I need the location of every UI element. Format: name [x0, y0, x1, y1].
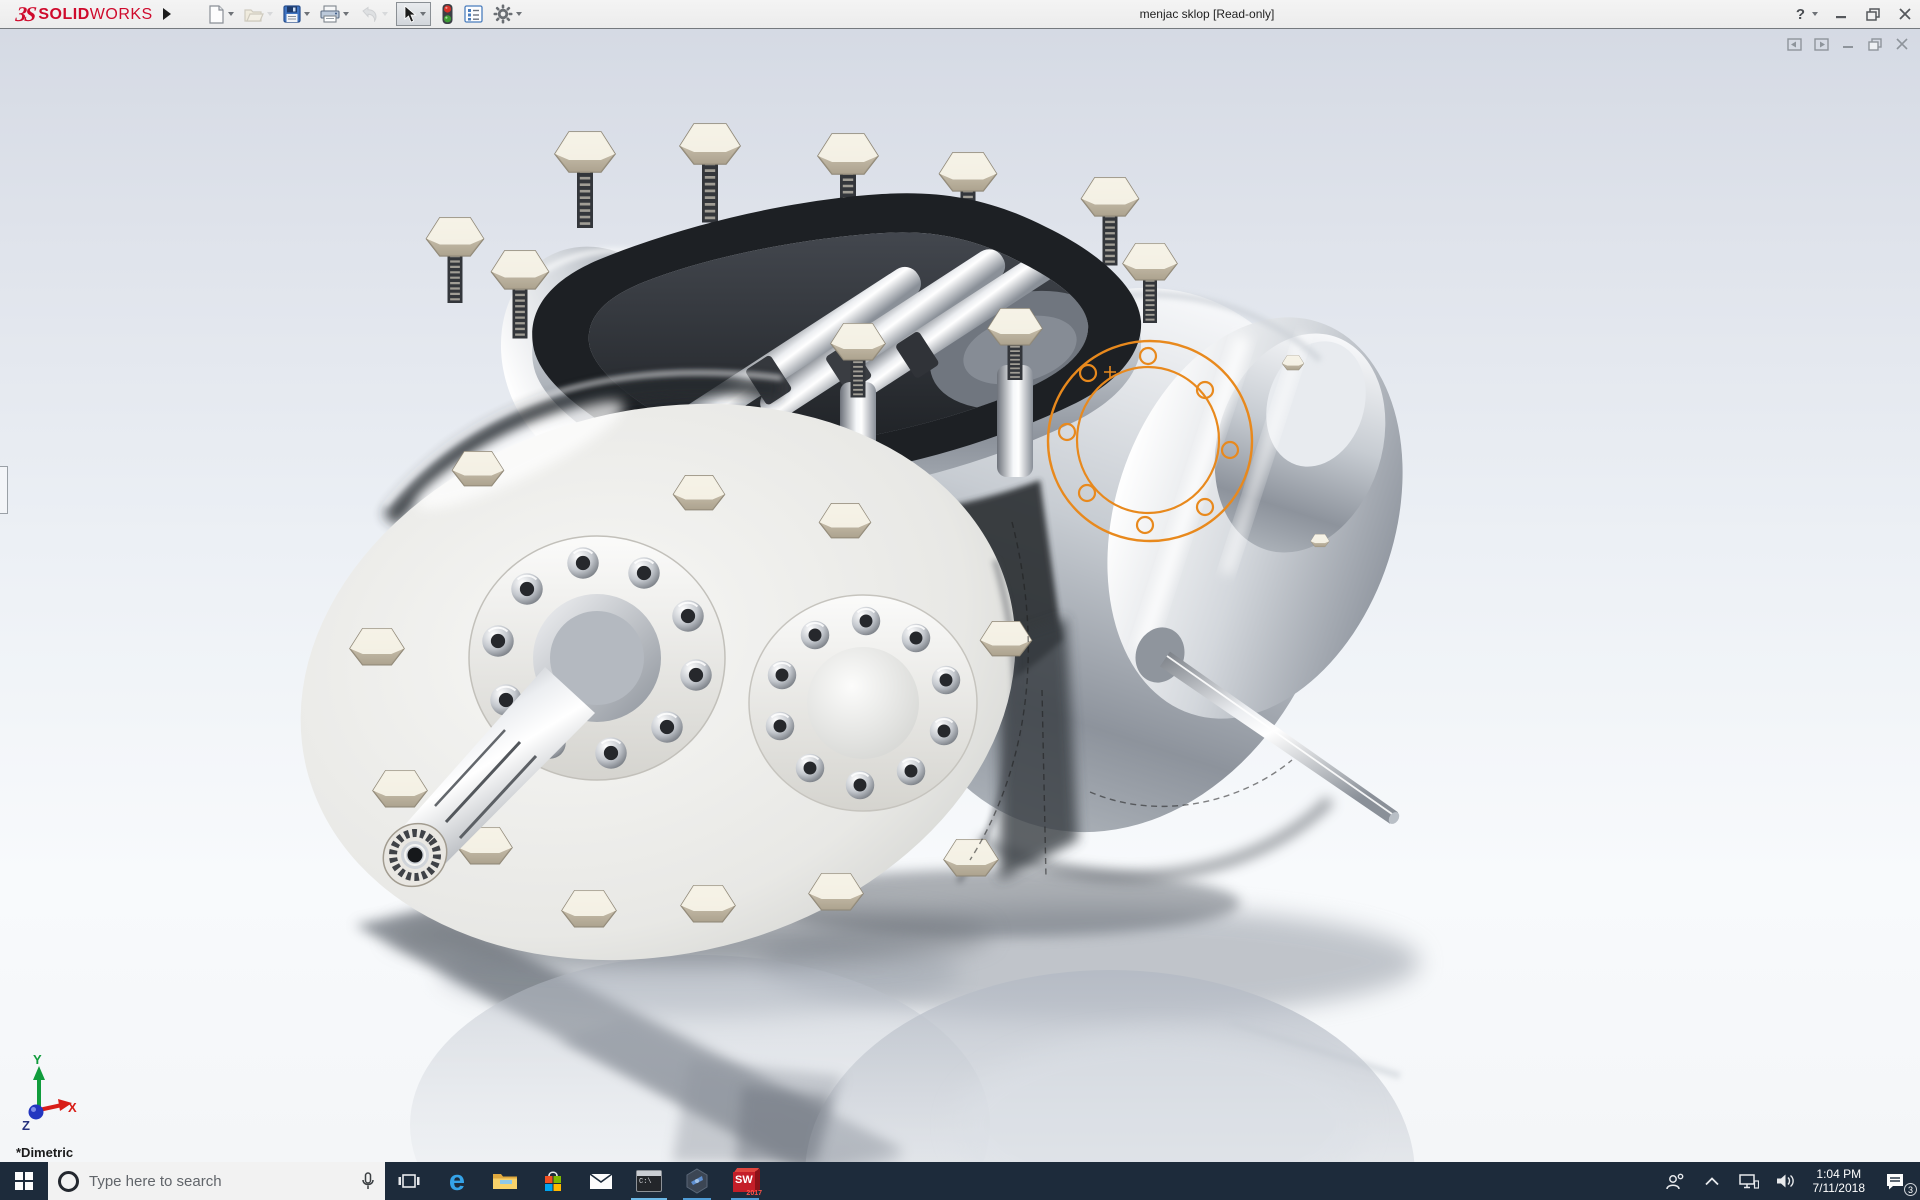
save-button[interactable] — [281, 3, 312, 25]
document-window-controls — [1786, 36, 1910, 52]
people-icon[interactable] — [1661, 1162, 1689, 1200]
clock-time: 1:04 PM — [1813, 1167, 1866, 1181]
command-prompt-button[interactable]: C:\ — [625, 1162, 673, 1200]
file-explorer-icon — [492, 1171, 518, 1191]
microphone-icon[interactable] — [361, 1172, 375, 1191]
axis-label-x: X — [68, 1100, 77, 1115]
store-icon — [543, 1170, 563, 1192]
axis-label-z: Z — [22, 1118, 30, 1133]
store-button[interactable] — [529, 1162, 577, 1200]
notification-badge: 3 — [1904, 1183, 1917, 1196]
help-button[interactable]: ? — [1796, 6, 1818, 23]
windows-logo-icon — [15, 1172, 33, 1190]
axis-label-y: Y — [33, 1052, 42, 1067]
solidworks-logo-glyph: ЗS — [14, 2, 36, 27]
clock-date: 7/11/2018 — [1813, 1181, 1866, 1195]
start-button[interactable] — [0, 1162, 48, 1200]
edge-icon: e — [449, 1168, 465, 1194]
select-tool-button[interactable] — [396, 2, 431, 26]
action-center-button[interactable]: 3 — [1878, 1162, 1912, 1200]
window-close-icon[interactable] — [1896, 4, 1914, 24]
solidworks-taskbar-button[interactable]: SW 2017 — [721, 1162, 769, 1200]
taskbar-pinned-icons: e — [385, 1162, 769, 1200]
taskbar-search-box[interactable] — [48, 1162, 385, 1200]
options-button[interactable] — [491, 2, 524, 26]
document-restore-icon[interactable] — [1867, 36, 1883, 52]
solidworks-window: Y X Z *Dimetric ЗS SOLIDWORKS — [0, 0, 1920, 1200]
system-tray: 1:04 PM 7/11/2018 3 — [1661, 1162, 1920, 1200]
reference-triad: Y X Z — [22, 1052, 77, 1133]
view-orientation-label: *Dimetric — [16, 1145, 73, 1160]
show-right-pane-icon[interactable] — [1813, 36, 1829, 52]
print-button[interactable] — [318, 3, 351, 25]
hex-app-button[interactable] — [673, 1162, 721, 1200]
solidworks-app-icon: SW 2017 — [732, 1168, 758, 1194]
window-restore-icon[interactable] — [1864, 4, 1882, 24]
edge-browser-button[interactable]: e — [433, 1162, 481, 1200]
cortana-icon — [58, 1171, 79, 1192]
document-minimize-icon[interactable] — [1840, 36, 1856, 52]
bearing-cover-hub[interactable] — [749, 595, 977, 811]
titlebar: ЗS SOLIDWORKS — [0, 0, 1920, 29]
task-view-button[interactable] — [385, 1162, 433, 1200]
hidden-icons-chevron-icon[interactable] — [1698, 1162, 1726, 1200]
file-explorer-button[interactable] — [481, 1162, 529, 1200]
undo-button[interactable] — [357, 4, 390, 24]
featuremanager-collapsed-tab[interactable] — [0, 466, 8, 514]
model-3d-gearbox-assembly[interactable]: Y X Z — [0, 0, 1920, 1200]
search-input[interactable] — [89, 1173, 329, 1190]
mail-button[interactable] — [577, 1162, 625, 1200]
brand-name-light: WORKS — [90, 6, 153, 24]
brand-name-bold: SOLID — [38, 6, 89, 24]
window-controls: ? — [1796, 0, 1914, 28]
document-title: menjac sklop [Read-only] — [1140, 7, 1275, 21]
quick-access-toolbar — [206, 0, 530, 28]
open-document-button[interactable] — [242, 4, 275, 25]
network-icon[interactable] — [1735, 1162, 1763, 1200]
command-prompt-icon: C:\ — [636, 1170, 662, 1192]
action-center-icon — [1885, 1172, 1905, 1191]
show-left-pane-icon[interactable] — [1786, 36, 1802, 52]
select-tool-caret[interactable] — [420, 12, 426, 16]
volume-icon[interactable] — [1772, 1162, 1800, 1200]
new-document-button[interactable] — [206, 3, 236, 26]
hex-app-icon — [685, 1168, 709, 1194]
toolbar-flyout-icon[interactable] — [163, 8, 171, 20]
taskbar-clock[interactable]: 1:04 PM 7/11/2018 — [1809, 1167, 1870, 1195]
window-minimize-icon[interactable] — [1832, 4, 1850, 24]
windows-taskbar: e — [0, 1162, 1920, 1200]
document-close-icon[interactable] — [1894, 36, 1910, 52]
mail-icon — [589, 1173, 613, 1190]
solidworks-logo: ЗS SOLIDWORKS — [16, 2, 153, 27]
rebuild-button[interactable] — [439, 1, 456, 27]
file-properties-button[interactable] — [462, 3, 485, 25]
